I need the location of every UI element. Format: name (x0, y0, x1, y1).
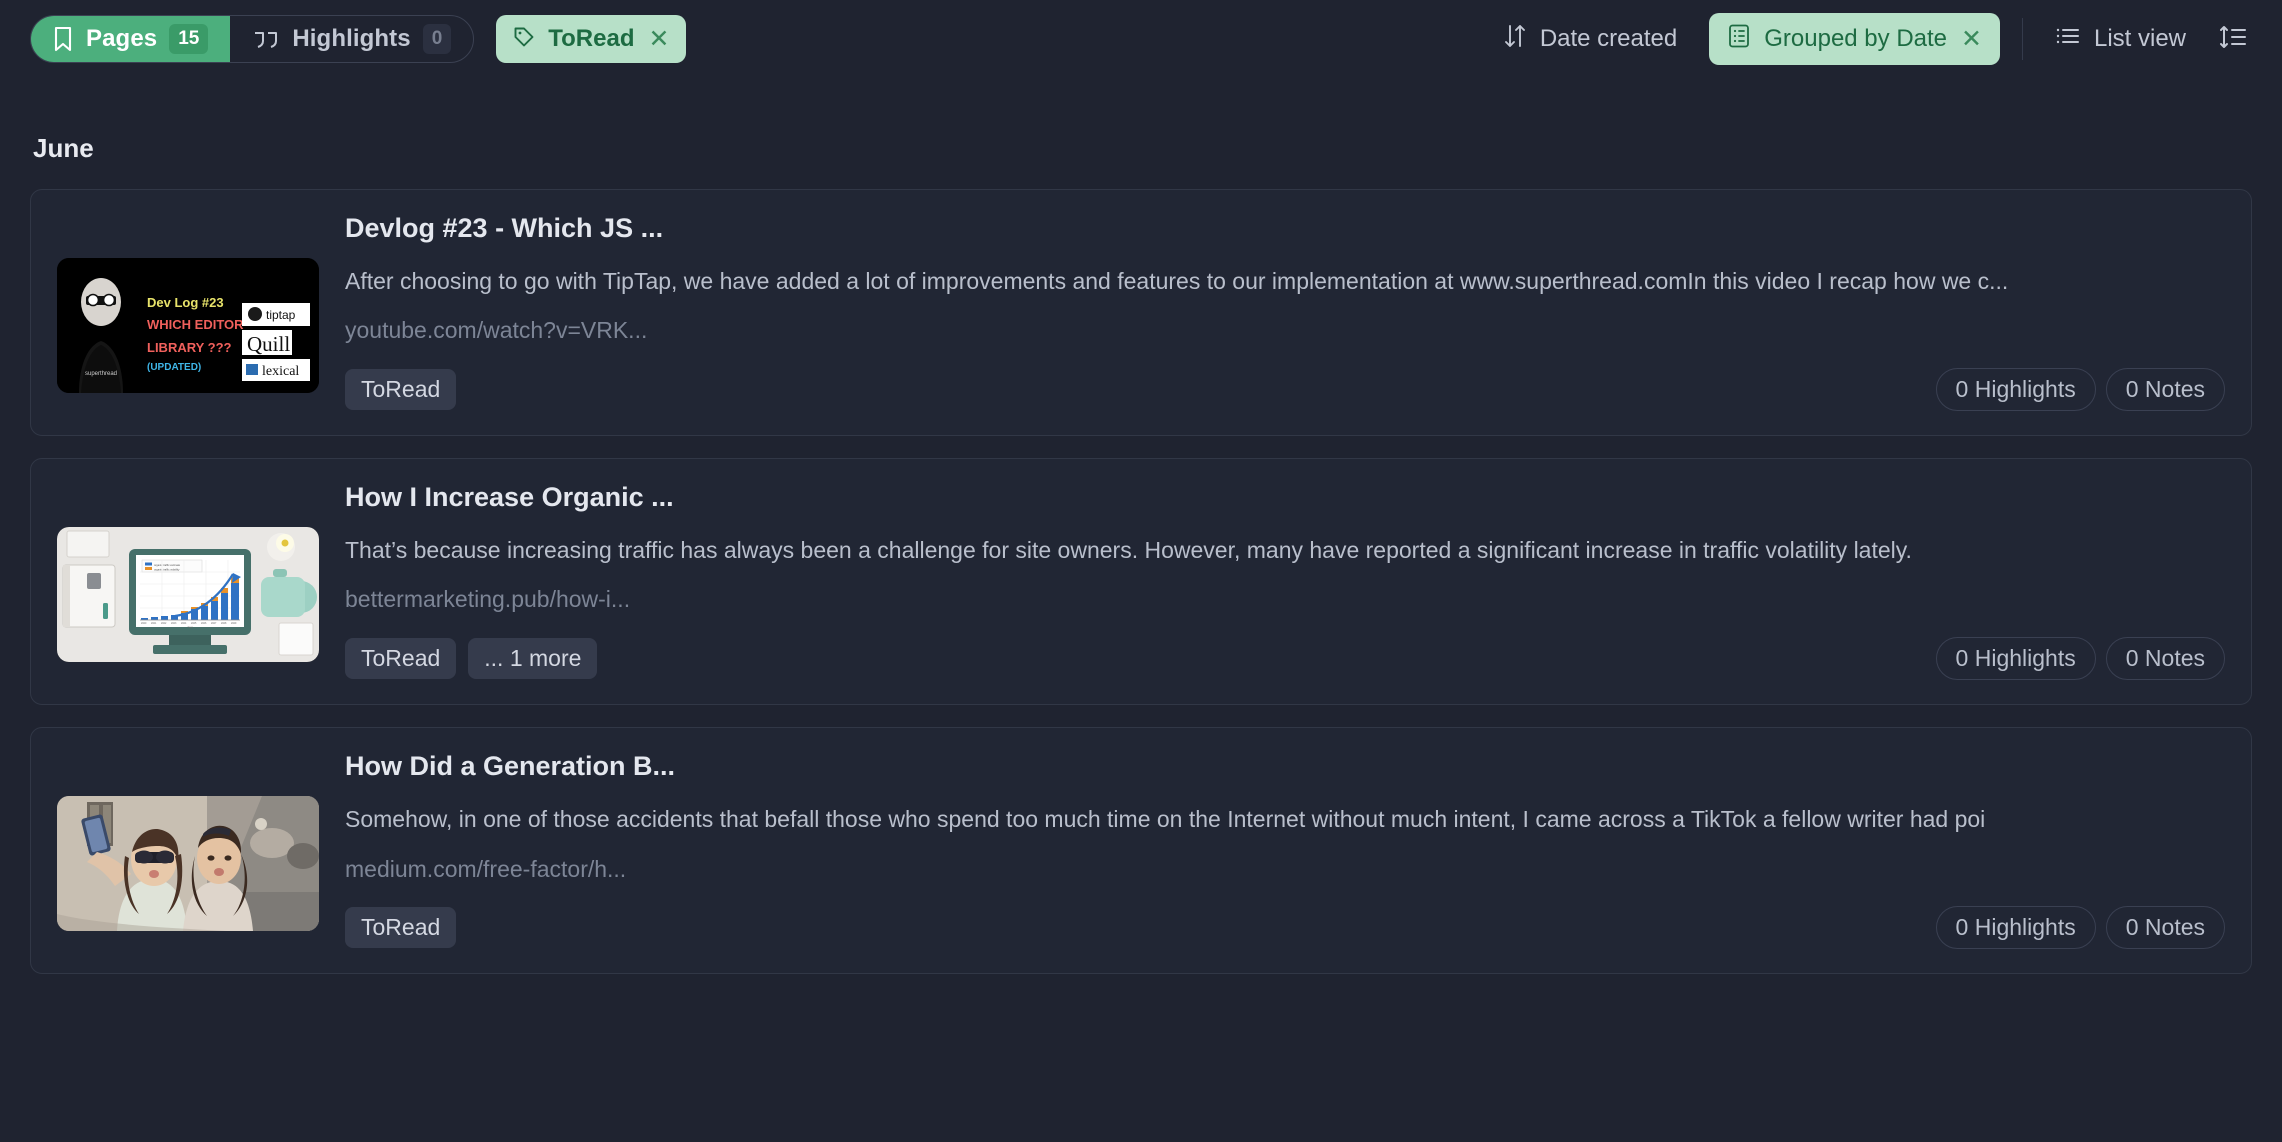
card-body: How I Increase Organic ... That’s becaus… (319, 481, 2225, 681)
card-counts: 0 Highlights 0 Notes (1935, 906, 2225, 950)
card-counts: 0 Highlights 0 Notes (1935, 637, 2225, 681)
svg-text:LIBRARY ???: LIBRARY ??? (147, 340, 232, 355)
segment-highlights-count: 0 (422, 24, 452, 54)
card-tags: ToRead (345, 907, 457, 949)
sort-button[interactable]: Date created (1493, 15, 1687, 63)
toolbar-right-cluster: Date created Grouped by Date ✕ List view (1493, 13, 2256, 65)
card-tag[interactable]: ToRead (345, 638, 457, 680)
list-document-icon (1727, 23, 1751, 56)
card-url[interactable]: bettermarketing.pub/how-i... (345, 585, 2225, 615)
filter-chip-toread[interactable]: ToRead ✕ (496, 15, 687, 63)
svg-text:organic traffic estimate: organic traffic estimate (154, 563, 181, 567)
segment-highlights-label: Highlights (292, 25, 411, 52)
traffic-chart-monitor-thumbnail: organic traffic estimate organic traffic… (57, 527, 319, 663)
svg-text:2024: 2024 (181, 622, 187, 625)
group-heading-june: June (33, 133, 94, 163)
tag-icon (512, 25, 536, 54)
sort-arrows-icon (1503, 23, 1527, 56)
group-by-chip[interactable]: Grouped by Date ✕ (1709, 13, 2000, 65)
svg-text:Quill: Quill (247, 332, 290, 356)
content-type-segmented-control: Pages 15 Highlights 0 (30, 15, 475, 63)
segment-highlights[interactable]: Highlights 0 (230, 16, 473, 62)
close-icon[interactable]: ✕ (1961, 26, 1982, 52)
svg-text:lexical: lexical (262, 364, 299, 379)
svg-text:2027: 2027 (211, 622, 217, 625)
svg-text:2023: 2023 (171, 622, 177, 625)
card-title[interactable]: Devlog #23 - Which JS ... (345, 212, 2225, 246)
content-area: June superthread Dev Log #23 WHICH EDITO… (0, 133, 2282, 975)
card-body: How Did a Generation B... Somehow, in on… (319, 750, 2225, 950)
view-mode-label: List view (2093, 25, 2186, 52)
card-tag[interactable]: ToRead (345, 907, 457, 949)
quote-icon (252, 27, 280, 51)
density-button[interactable] (2210, 16, 2256, 62)
svg-text:2029: 2029 (231, 622, 237, 625)
svg-text:superthread: superthread (85, 371, 117, 377)
svg-text:Dev Log #23: Dev Log #23 (147, 295, 224, 310)
highlights-count-badge[interactable]: 0 Highlights (1935, 368, 2096, 412)
card-url[interactable]: medium.com/free-factor/h... (345, 855, 2225, 885)
view-mode-button[interactable]: List view (2045, 15, 2196, 63)
svg-text:organic traffic volatility: organic traffic volatility (154, 568, 180, 572)
page-card[interactable]: How Did a Generation B... Somehow, in on… (30, 727, 2252, 975)
card-title[interactable]: How I Increase Organic ... (345, 481, 2225, 515)
card-tags: ToRead (345, 369, 457, 411)
svg-text:(UPDATED): (UPDATED) (147, 362, 201, 373)
filter-chip-label: ToRead (548, 25, 635, 52)
list-view-icon (2055, 24, 2081, 55)
card-url[interactable]: youtube.com/watch?v=VRK... (345, 316, 2225, 346)
card-description: Somehow, in one of those accidents that … (345, 806, 1986, 833)
card-footer: ToRead 0 Highlights 0 Notes (345, 368, 2225, 412)
notes-count-badge[interactable]: 0 Notes (2105, 906, 2225, 950)
toolbar-divider (2021, 18, 2023, 60)
svg-text:Year: Year (187, 626, 192, 629)
svg-text:2028: 2028 (221, 622, 227, 625)
card-title[interactable]: How Did a Generation B... (345, 750, 2225, 784)
sort-button-label: Date created (1539, 25, 1678, 52)
card-description: That’s because increasing traffic has al… (345, 536, 1912, 563)
card-tag-more[interactable]: ... 1 more (468, 638, 598, 680)
sort-density-icon (2218, 24, 2248, 55)
svg-text:2025: 2025 (191, 622, 197, 625)
card-body: Devlog #23 - Which JS ... After choosing… (319, 212, 2225, 412)
svg-text:2021: 2021 (151, 622, 157, 625)
card-tags: ToRead ... 1 more (345, 638, 598, 680)
segment-pages[interactable]: Pages 15 (31, 16, 231, 62)
group-by-chip-label: Grouped by Date (1764, 25, 1948, 52)
highlights-count-badge[interactable]: 0 Highlights (1935, 637, 2096, 681)
svg-text:2026: 2026 (201, 622, 207, 625)
devlog-youtube-thumbnail: superthread Dev Log #23 WHICH EDITOR LIB… (57, 258, 319, 393)
segment-pages-count: 15 (169, 24, 209, 54)
close-icon[interactable]: ✕ (649, 26, 670, 52)
card-tag[interactable]: ToRead (345, 369, 457, 411)
notes-count-badge[interactable]: 0 Notes (2105, 368, 2225, 412)
page-card[interactable]: organic traffic estimate organic traffic… (30, 458, 2252, 706)
svg-text:WHICH EDITOR: WHICH EDITOR (147, 317, 244, 332)
highlights-count-badge[interactable]: 0 Highlights (1935, 906, 2096, 950)
top-toolbar: Pages 15 Highlights 0 ToRead ✕ Date crea… (0, 0, 2282, 78)
card-footer: ToRead 0 Highlights 0 Notes (345, 906, 2225, 950)
svg-text:2020: 2020 (141, 622, 147, 625)
svg-text:tiptap: tiptap (266, 308, 296, 322)
svg-text:2022: 2022 (161, 622, 167, 625)
card-description: After choosing to go with TipTap, we hav… (345, 267, 2009, 294)
segment-pages-label: Pages (86, 25, 158, 52)
card-counts: 0 Highlights 0 Notes (1935, 368, 2225, 412)
card-footer: ToRead ... 1 more 0 Highlights 0 Notes (345, 637, 2225, 681)
selfie-women-thumbnail (57, 796, 319, 932)
page-card[interactable]: superthread Dev Log #23 WHICH EDITOR LIB… (30, 189, 2252, 437)
notes-count-badge[interactable]: 0 Notes (2105, 637, 2225, 681)
bookmark-icon (52, 26, 74, 52)
